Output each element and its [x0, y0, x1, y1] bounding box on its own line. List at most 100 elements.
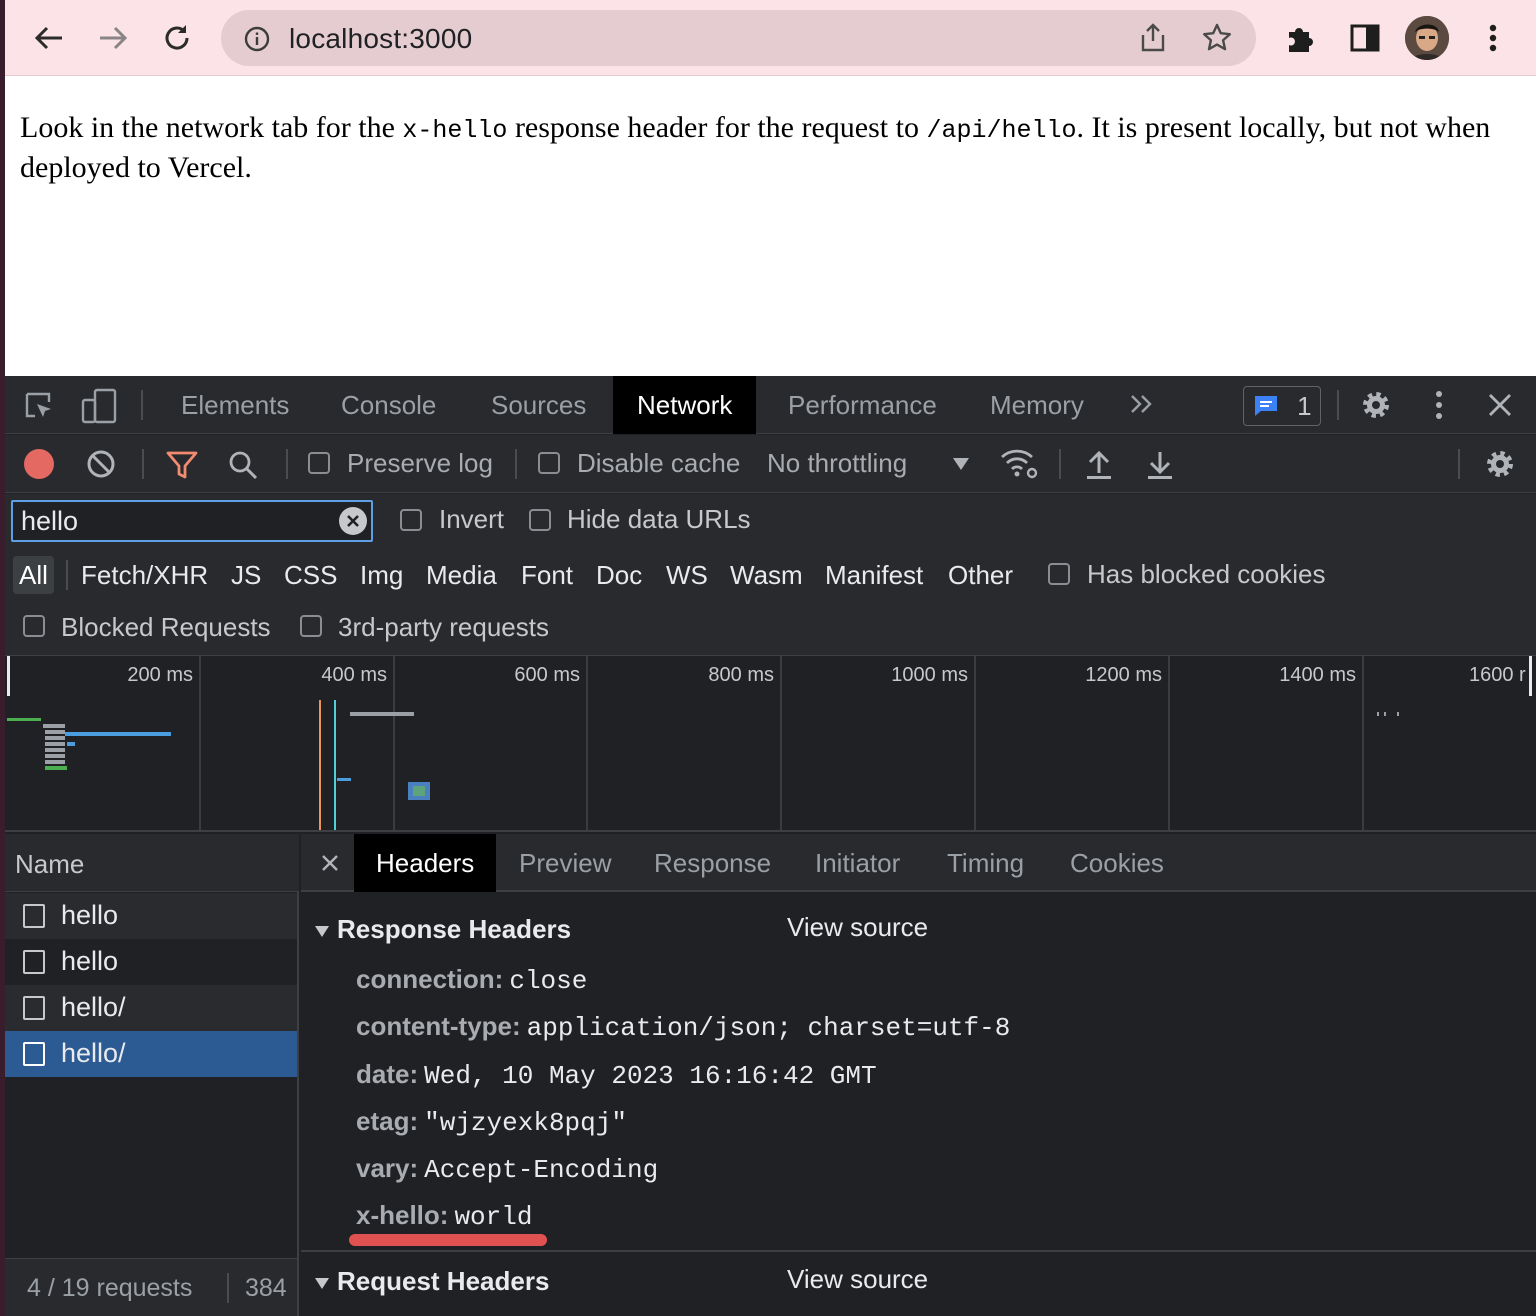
- request-row[interactable]: hello/: [5, 985, 297, 1031]
- browser-toolbar: localhost:3000: [5, 0, 1536, 76]
- type-wasm[interactable]: Wasm: [724, 556, 809, 594]
- import-har-upload-icon[interactable]: [1085, 449, 1113, 486]
- header-key: vary:: [356, 1153, 419, 1183]
- side-panel-icon[interactable]: [1341, 14, 1389, 62]
- expand-triangle-icon: [315, 925, 329, 937]
- type-img[interactable]: Img: [354, 556, 409, 594]
- request-row[interactable]: hello: [5, 939, 297, 985]
- tab-memory[interactable]: Memory: [966, 376, 1108, 434]
- tab-elements[interactable]: Elements: [157, 376, 313, 434]
- address-bar[interactable]: localhost:3000: [221, 10, 1256, 66]
- path-code: /api/hello: [926, 116, 1077, 145]
- type-manifest[interactable]: Manifest: [819, 556, 929, 594]
- network-conditions-icon[interactable]: [999, 447, 1039, 486]
- site-info-icon[interactable]: [243, 25, 271, 58]
- disable-cache-label: Disable cache: [577, 448, 741, 478]
- paragraph-text: response header for the request to: [507, 111, 927, 144]
- transfer-size: 384: [245, 1274, 287, 1302]
- filter-bar: hello Invert Hide data URLs: [5, 494, 1536, 546]
- tab-response[interactable]: Response: [632, 834, 793, 892]
- type-doc[interactable]: Doc: [590, 556, 648, 594]
- tab-performance[interactable]: Performance: [764, 376, 961, 434]
- tab-headers[interactable]: Headers: [354, 834, 497, 892]
- export-har-download-icon[interactable]: [1146, 449, 1174, 486]
- throttling-select[interactable]: No throttling: [767, 448, 907, 479]
- tab-cookies[interactable]: Cookies: [1048, 834, 1186, 892]
- tab-sources[interactable]: Sources: [467, 376, 610, 434]
- throttling-dropdown-icon[interactable]: [953, 458, 969, 470]
- tab-preview[interactable]: Preview: [497, 834, 633, 892]
- header-row: date: Wed, 10 May 2023 16:16:42 GMT: [356, 1059, 877, 1091]
- type-js[interactable]: JS: [225, 556, 267, 594]
- invert-label: Invert: [439, 504, 505, 534]
- header-key: etag:: [356, 1106, 419, 1136]
- close-details-icon[interactable]: [321, 854, 339, 877]
- blocked-requests-checkbox[interactable]: [23, 615, 45, 637]
- hide-data-urls-checkbox[interactable]: [529, 509, 551, 531]
- share-icon[interactable]: [1139, 23, 1167, 58]
- bookmark-star-icon[interactable]: [1201, 22, 1233, 59]
- request-row[interactable]: hello: [5, 893, 297, 939]
- request-count: 4 / 19 requests: [27, 1274, 193, 1302]
- preserve-log-checkbox[interactable]: [308, 452, 330, 474]
- response-headers-section-title[interactable]: Response Headers: [315, 914, 571, 945]
- type-all[interactable]: All: [13, 556, 54, 594]
- timeline-overview[interactable]: 200 ms 400 ms 600 ms 800 ms 1000 ms 1200…: [5, 656, 1536, 832]
- name-column-header[interactable]: Name: [5, 834, 299, 892]
- header-key: connection:: [356, 964, 504, 994]
- divider: [286, 449, 288, 479]
- tab-timing[interactable]: Timing: [925, 834, 1046, 892]
- type-media[interactable]: Media: [420, 556, 503, 594]
- extensions-puzzle-icon[interactable]: [1277, 14, 1325, 62]
- resource-type-filters: All Fetch/XHR JS CSS Img Media Font Doc …: [5, 546, 1536, 604]
- header-value: Accept-Encoding: [424, 1155, 659, 1185]
- header-value: "wjzyexk8pqj": [424, 1108, 627, 1138]
- request-name: hello/: [61, 992, 126, 1022]
- more-tabs-chevron-icon[interactable]: [1129, 392, 1155, 421]
- document-file-icon: [23, 904, 45, 928]
- filter-funnel-icon[interactable]: [165, 449, 199, 486]
- record-icon[interactable]: [24, 449, 54, 479]
- type-fetch-xhr[interactable]: Fetch/XHR: [75, 556, 214, 594]
- third-party-requests-label: 3rd-party requests: [338, 612, 549, 642]
- detail-tab-bar: Headers Preview Response Initiator Timin…: [301, 834, 1536, 892]
- disable-cache-checkbox[interactable]: [538, 452, 560, 474]
- clear-icon[interactable]: [86, 449, 116, 484]
- invert-checkbox[interactable]: [400, 509, 422, 531]
- reload-icon[interactable]: [153, 14, 201, 62]
- profile-avatar[interactable]: [1405, 16, 1449, 60]
- divider: [142, 449, 144, 479]
- inspect-element-icon[interactable]: [23, 390, 55, 427]
- filter-input[interactable]: hello: [11, 500, 373, 542]
- header-key: date:: [356, 1059, 419, 1089]
- third-party-requests-checkbox[interactable]: [300, 615, 322, 637]
- section-divider: [301, 1250, 1536, 1252]
- type-css[interactable]: CSS: [278, 556, 343, 594]
- request-details: Headers Preview Response Initiator Timin…: [301, 834, 1536, 1316]
- type-font[interactable]: Font: [515, 556, 579, 594]
- back-icon[interactable]: [25, 14, 73, 62]
- has-blocked-cookies-checkbox[interactable]: [1048, 563, 1070, 585]
- request-view-source-link[interactable]: View source: [787, 1264, 928, 1295]
- request-row-selected[interactable]: hello/: [5, 1031, 297, 1077]
- close-devtools-icon[interactable]: [1487, 392, 1513, 423]
- forward-icon[interactable]: [89, 14, 137, 62]
- network-settings-gear-icon[interactable]: [1483, 447, 1517, 486]
- more-menu-icon[interactable]: [1469, 14, 1517, 62]
- response-view-source-link[interactable]: View source: [787, 912, 928, 943]
- filter-input-value[interactable]: hello: [21, 506, 78, 537]
- tab-network[interactable]: Network: [613, 376, 757, 434]
- header-key: x-hello:: [356, 1200, 449, 1230]
- tab-initiator[interactable]: Initiator: [793, 834, 922, 892]
- tab-console[interactable]: Console: [317, 376, 460, 434]
- search-icon[interactable]: [227, 449, 259, 486]
- type-ws[interactable]: WS: [660, 556, 714, 594]
- type-other[interactable]: Other: [942, 556, 1019, 594]
- device-toolbar-icon[interactable]: [81, 388, 117, 429]
- settings-gear-icon[interactable]: [1359, 388, 1393, 427]
- console-messages-badge[interactable]: 1: [1243, 386, 1321, 426]
- request-headers-section-title[interactable]: Request Headers: [315, 1266, 549, 1297]
- url-text[interactable]: localhost:3000: [289, 23, 472, 55]
- clear-filter-icon[interactable]: [339, 507, 367, 535]
- devtools-more-icon[interactable]: [1435, 390, 1443, 425]
